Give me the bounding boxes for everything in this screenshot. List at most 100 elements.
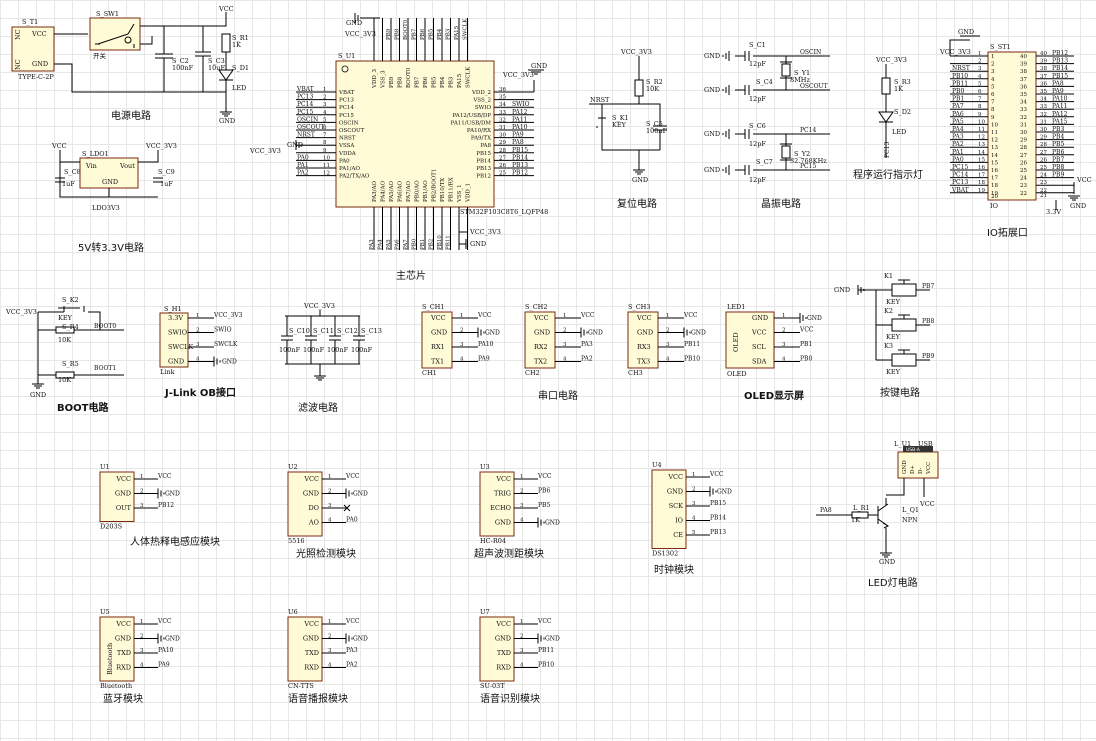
boot-title: BOOT电路	[57, 401, 109, 414]
io-left-pin-num: 12	[978, 135, 985, 141]
filter-cap-ref: S_C13	[361, 327, 382, 335]
oled-part: OLED	[727, 370, 747, 378]
io-left-net: VBAT	[951, 187, 969, 194]
module-gnd: GND	[353, 491, 368, 498]
power-switch	[89, 17, 141, 51]
module-pin-name: GND	[495, 519, 511, 527]
io-right-net: PB14	[1052, 65, 1068, 72]
io-inner-num-r: 23	[1020, 183, 1027, 189]
module-pin-name: DO	[308, 504, 319, 512]
mcu-left-net: PA1	[297, 162, 309, 169]
boot-gnd: GND	[30, 391, 46, 399]
ground-symbol	[799, 313, 807, 323]
module-pin-num: 3	[328, 503, 332, 509]
serial-pin-num: 3	[666, 342, 670, 348]
oled-pin-num: 4	[782, 357, 786, 363]
mcu-top-vcc: VCC_3V3	[344, 30, 376, 38]
module-pin-name: TXD	[117, 649, 131, 657]
serial-pin-name: VCC	[430, 314, 446, 322]
serial-unit: S_CH3 CH3 VCC 1 VCC GND 2 GND RX3 3 PB11 TX3 4 PB10	[627, 303, 706, 377]
serial-units: S_CH1CH1VCC 1 VCCGND 2 GNDRX1 3 PA10TX1 4 PA9S_C…	[421, 303, 706, 377]
crystal-oscin: OSCIN	[800, 49, 821, 56]
module-net: VCC	[157, 473, 172, 480]
mcu-top-net: BOOT0	[403, 19, 409, 40]
io-3v3: 3.3V	[1046, 208, 1061, 216]
t1-gnd-pin: GND	[32, 60, 48, 68]
module-pin-name: RXD	[496, 664, 511, 672]
module-pin-name: SCK	[669, 502, 683, 510]
jlink-pin-name: SWIO	[168, 329, 187, 337]
module-pin-name: GND	[115, 635, 131, 643]
io-right-pin-num: 28	[1040, 142, 1047, 148]
mcu-right-pin-num: 35	[499, 95, 506, 101]
mcu-right-net: PA9	[512, 132, 524, 139]
mcu-right-pin-name: PB12	[476, 174, 491, 180]
module-pin-num: 4	[692, 516, 696, 522]
module-net: PB15	[710, 500, 726, 507]
io-right-net: PA9	[1052, 88, 1064, 95]
io-inner-num: 1	[991, 54, 995, 60]
jlink-pin-num: 4	[196, 357, 200, 363]
mcu-bottom-net: PB11	[446, 235, 452, 250]
io-left-pin-num: 9	[978, 112, 982, 118]
io-left-pin-num: 11	[978, 127, 985, 133]
l-r1-value: 1K	[851, 516, 860, 524]
serial-ref: S_CH1	[422, 303, 444, 311]
oled-pin-name: GND	[752, 314, 768, 322]
mcu-left-net: PC13	[297, 94, 313, 101]
oled-pin-num: 2	[782, 328, 786, 334]
serial-net: PB11	[684, 341, 700, 348]
module-pin-name: CE	[673, 531, 683, 539]
mcu-part: STM32F103C8T6_LQFP48	[460, 208, 548, 216]
mcu-right-pin-name: PB14	[476, 158, 491, 164]
key-ref: K2	[884, 307, 893, 315]
io-right-net: PB12	[1052, 50, 1068, 57]
io-title: IO拓展口	[987, 227, 1028, 239]
key-net: PB8	[922, 318, 934, 325]
crystal-gnd-3: GND	[704, 130, 720, 138]
jlink-title: J-Link OB接口	[164, 386, 236, 399]
io-right-pin-num: 34	[1040, 97, 1047, 103]
d2-value: LED	[892, 128, 906, 136]
mcu-top-pin-name: PB9	[389, 76, 395, 88]
io-left-net: PB0	[952, 88, 964, 95]
io-right-pin-num: 30	[1040, 127, 1047, 133]
module-pin-num: 4	[328, 518, 332, 524]
mcu-right-pin-num: 36	[499, 87, 506, 93]
r3-value: 1K	[894, 85, 903, 93]
d1-ref: S_D1	[232, 64, 249, 72]
io-inner-num-r: 33	[1020, 107, 1027, 113]
c1-ref: S_C1	[749, 41, 766, 49]
jlink-net: SWCLK	[214, 341, 238, 348]
mcu-right-net: PB15	[512, 147, 528, 154]
ldo-part: LDO3V3	[92, 204, 120, 212]
module-title: 时钟模块	[654, 563, 694, 576]
mcu-bottom-net: PB0	[412, 238, 418, 250]
io-left-pin-num: 19	[978, 188, 985, 194]
module-pin-num: 5	[692, 530, 696, 536]
module-pin-num: 2	[520, 489, 524, 495]
mcu-vssa-gnd: GND	[287, 141, 303, 149]
module-net: VCC	[537, 618, 552, 625]
ldo-vcc: VCC	[51, 142, 67, 150]
filter-cap-ref: S_C12	[337, 327, 358, 335]
io-right-net: PA11	[1052, 103, 1067, 110]
crystal-oscout: OSCOUT	[800, 83, 828, 90]
module-pin-num: 1	[140, 619, 144, 625]
module-net: VCC	[709, 471, 724, 478]
ground-symbol	[683, 327, 691, 338]
ldo-ref: S_LDO1	[82, 150, 109, 158]
ground-symbol	[477, 327, 485, 338]
mcu-top-net: SWCLK	[463, 18, 469, 40]
io-right-pin-num: 33	[1040, 104, 1047, 110]
io-left-net: PB10	[952, 73, 968, 80]
key-ref: K3	[884, 342, 893, 350]
c9-ref: S_C9	[158, 168, 175, 176]
module-pin-name: VCC	[303, 620, 319, 628]
c8-value: 1uF	[62, 180, 75, 188]
mcu-top-gnd: GND	[346, 19, 362, 27]
io-gnd: GND	[958, 28, 974, 36]
sw1-ref: S_SW1	[96, 10, 119, 18]
module-ref: U6	[288, 608, 298, 616]
mcu-right-net: PA8	[512, 139, 524, 146]
